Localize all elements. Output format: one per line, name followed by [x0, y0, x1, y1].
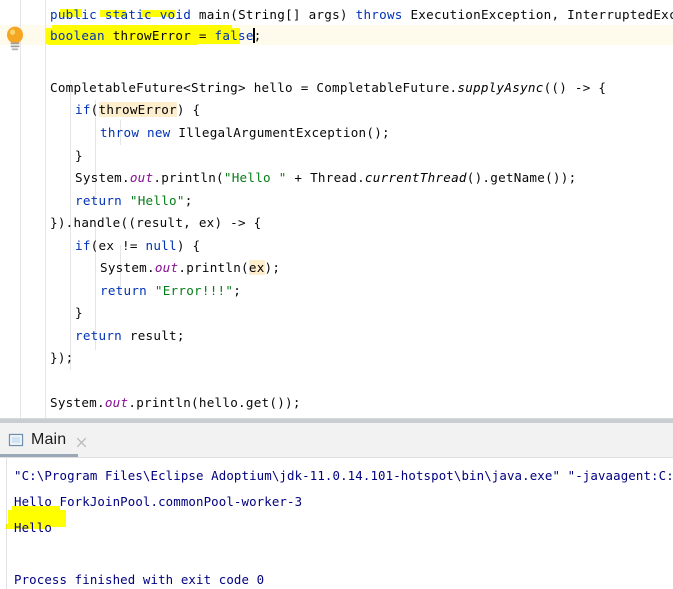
code-line-18[interactable]: System.out.println(hello.get());: [50, 393, 301, 413]
code-line-16[interactable]: });: [50, 348, 74, 368]
run-tool-window-header: Main: [0, 423, 673, 458]
run-tool-window: Main "C:\Program Files\Eclipse Adoptium\…: [0, 423, 673, 589]
code-line-8[interactable]: System.out.println("Hello " + Thread.cur…: [75, 168, 576, 188]
console-line-1: "C:\Program Files\Eclipse Adoptium\jdk-1…: [14, 468, 673, 483]
console-line-5: Process finished with exit code 0: [14, 572, 265, 587]
code-line-2[interactable]: boolean throwError = false;: [50, 26, 262, 46]
console-line-2: Hello ForkJoinPool.commonPool-worker-3: [14, 494, 303, 509]
close-icon[interactable]: [75, 434, 88, 447]
code-line-11[interactable]: if(ex != null) {: [75, 236, 200, 256]
console-line-3: Hello: [14, 520, 52, 535]
lightbulb-icon[interactable]: [4, 24, 26, 54]
usage-highlight-throwerror: throwError: [98, 102, 177, 117]
code-line-6[interactable]: throw new IllegalArgumentException();: [100, 123, 390, 143]
run-configuration-icon: [8, 432, 24, 448]
code-line-12[interactable]: System.out.println(ex);: [100, 258, 280, 278]
code-line-1[interactable]: public static void main(String[] args) t…: [50, 5, 673, 25]
code-line-7[interactable]: }: [75, 146, 83, 166]
code-line-13[interactable]: return "Error!!!";: [100, 281, 241, 301]
code-line-4[interactable]: CompletableFuture<String> hello = Comple…: [50, 78, 606, 98]
code-editor[interactable]: public static void main(String[] args) t…: [0, 0, 673, 418]
code-line-14[interactable]: }: [75, 303, 83, 323]
code-line-10[interactable]: }).handle((result, ex) -> {: [50, 213, 262, 233]
indent-guide: [45, 0, 46, 418]
tab-main-active-underline: [0, 454, 78, 457]
code-line-5[interactable]: if(throwError) {: [75, 100, 200, 120]
code-line-15[interactable]: return result;: [75, 326, 185, 346]
usage-highlight-ex: ex: [248, 260, 265, 275]
code-line-9[interactable]: return "Hello";: [75, 191, 193, 211]
console-output[interactable]: "C:\Program Files\Eclipse Adoptium\jdk-1…: [0, 458, 673, 589]
tab-main-label: Main: [31, 431, 67, 448]
tab-main[interactable]: Main: [0, 423, 98, 457]
code-text-layer: public static void main(String[] args) t…: [0, 0, 673, 418]
